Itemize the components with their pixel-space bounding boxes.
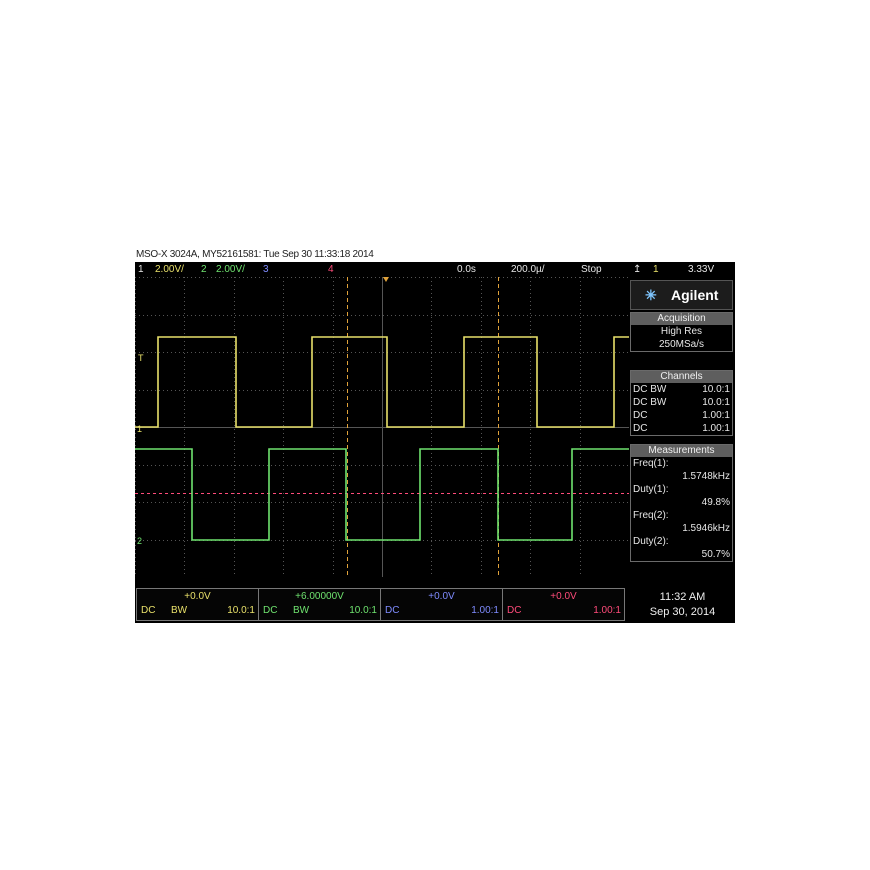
waveform-area[interactable]: T 1 2 <box>135 277 629 577</box>
brand-name: Agilent <box>671 287 719 303</box>
ch2-coupling: DC <box>263 605 278 616</box>
ch2-info-box[interactable]: +6.00000V DC BW 10.0:1 <box>258 588 381 621</box>
ch3-number[interactable]: 3 <box>263 262 269 277</box>
ch4-info-box[interactable]: +0.0V DC 1.00:1 <box>502 588 625 621</box>
measurement-label: Freq(1): <box>633 458 669 469</box>
measurement-label: Freq(2): <box>633 510 669 521</box>
ch1-offset: +0.0V <box>184 591 211 602</box>
channel-row-3: DC 1.00:1 <box>633 410 730 421</box>
time-scale[interactable]: 200.0µ/ <box>511 262 545 277</box>
acquisition-panel[interactable]: Acquisition High Res 250MSa/s <box>630 312 733 352</box>
ch1-bw-limit: BW <box>171 605 188 616</box>
ch4-probe: 1.00:1 <box>593 605 621 616</box>
trigger-level[interactable]: 3.33V <box>688 262 714 277</box>
measurement-value: 50.7% <box>701 549 730 560</box>
clock: 11:32 AM Sep 30, 2014 <box>630 590 735 620</box>
channel-info-bar: +0.0V DC BW 10.0:1 +6.00000V DC BW 10.0:… <box>135 588 625 621</box>
clock-date: Sep 30, 2014 <box>649 606 716 618</box>
run-state[interactable]: Stop <box>581 262 602 277</box>
trigger-level-marker: T <box>138 353 144 363</box>
ch1-probe: 10.0:1 <box>227 605 255 616</box>
ch2-ground-marker: 2 <box>137 536 142 546</box>
ch2-bw-limit: BW <box>293 605 310 616</box>
channel-row-1: DC BW 10.0:1 <box>633 384 730 395</box>
ch2-probe: 10.0:1 <box>349 605 377 616</box>
measurement-value: 1.5946kHz <box>682 523 730 534</box>
ch4-offset: +0.0V <box>550 591 577 602</box>
measurement-value: 1.5748kHz <box>682 471 730 482</box>
trigger-source[interactable]: 1 <box>653 262 659 277</box>
ch2-scale[interactable]: 2.00V/ <box>216 262 245 277</box>
side-panel: ✳ Agilent Acquisition High Res 250MSa/s … <box>630 277 735 577</box>
channel-row-4: DC 1.00:1 <box>633 423 730 434</box>
screenshot-caption: MSO-X 3024A, MY52161581: Tue Sep 30 11:3… <box>136 249 374 260</box>
time-delay[interactable]: 0.0s <box>457 262 476 277</box>
channels-header: Channels <box>631 371 732 383</box>
measurement-label: Duty(2): <box>633 536 669 547</box>
ch1-coupling: DC <box>141 605 156 616</box>
ch3-offset: +0.0V <box>428 591 455 602</box>
ch4-number[interactable]: 4 <box>328 262 334 277</box>
acquisition-header: Acquisition <box>631 313 732 325</box>
trigger-position-marker <box>383 277 389 282</box>
ch1-ground-marker: 1 <box>137 424 142 434</box>
ch3-probe: 1.00:1 <box>471 605 499 616</box>
ch2-number[interactable]: 2 <box>201 262 207 277</box>
measurement-value: 49.8% <box>701 497 730 508</box>
measurements-header: Measurements <box>631 445 732 457</box>
trigger-rising-edge-icon: ↥ <box>633 264 642 275</box>
measurements-panel[interactable]: Measurements Freq(1): 1.5748kHz Duty(1):… <box>630 444 733 562</box>
channel-row-2: DC BW 10.0:1 <box>633 397 730 408</box>
measurement-label: Duty(1): <box>633 484 669 495</box>
oscilloscope-display: 1 2.00V/ 2 2.00V/ 3 4 0.0s 200.0µ/ Stop … <box>135 262 735 623</box>
acquisition-rate: 250MSa/s <box>658 339 705 350</box>
ch3-coupling: DC <box>385 605 400 616</box>
ch1-scale[interactable]: 2.00V/ <box>155 262 184 277</box>
agilent-spark-icon: ✳ <box>645 287 657 303</box>
acquisition-mode: High Res <box>660 326 703 337</box>
clock-time: 11:32 AM <box>659 591 706 603</box>
ch4-coupling: DC <box>507 605 522 616</box>
status-bar: 1 2.00V/ 2 2.00V/ 3 4 0.0s 200.0µ/ Stop … <box>135 262 735 277</box>
channels-panel[interactable]: Channels DC BW 10.0:1 DC BW 10.0:1 DC 1.00:… <box>630 370 733 436</box>
ch2-offset: +6.00000V <box>295 591 344 602</box>
ch3-info-box[interactable]: +0.0V DC 1.00:1 <box>380 588 503 621</box>
ch1-info-box[interactable]: +0.0V DC BW 10.0:1 <box>136 588 259 621</box>
waveform-graticule: T 1 2 <box>135 277 629 577</box>
ch1-number[interactable]: 1 <box>138 262 144 277</box>
brand-logo: ✳ Agilent <box>630 280 733 310</box>
